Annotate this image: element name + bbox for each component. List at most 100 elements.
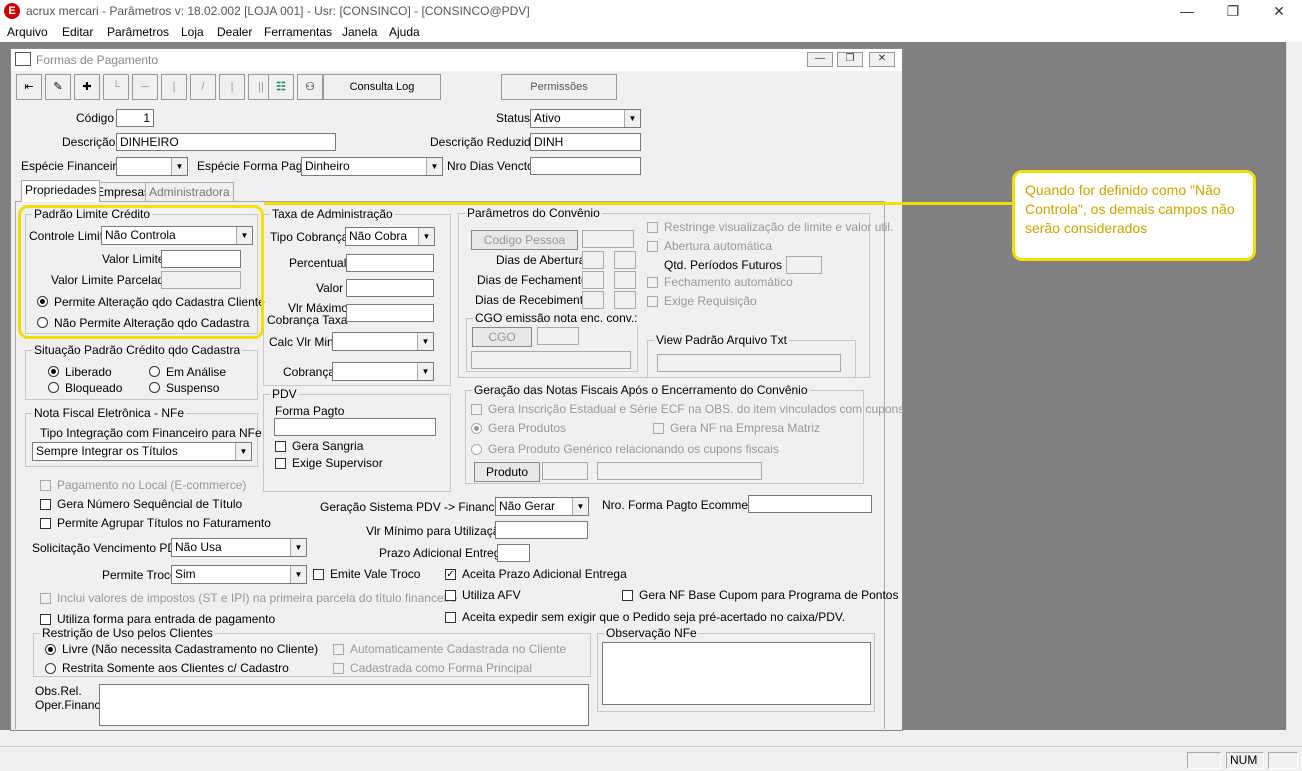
cgo-button[interactable]: CGO [472, 327, 532, 347]
produto-button[interactable]: Produto [474, 462, 540, 482]
gera-nf-base-checkbox[interactable] [622, 590, 633, 601]
dias-fechamento-field1[interactable] [582, 271, 604, 289]
chevron-down-icon[interactable]: ▼ [418, 228, 434, 245]
dias-abertura-field1[interactable] [582, 251, 604, 269]
child-restore-icon[interactable]: ❐ [837, 52, 863, 67]
menu-arquivo[interactable]: Arquivo [7, 25, 48, 39]
utiliza-entrada-checkbox[interactable] [40, 614, 51, 625]
exit-icon[interactable]: ⇤ [16, 74, 42, 100]
qtd-periodos-field[interactable] [786, 256, 822, 274]
dias-recebimento-field1[interactable] [582, 291, 604, 309]
aceita-expedir-checkbox[interactable] [445, 612, 456, 623]
especie-fin-select[interactable]: ▼ [116, 157, 188, 176]
tab-administradora[interactable]: Administradora [145, 182, 234, 202]
gera-inscricao-checkbox[interactable] [471, 404, 482, 415]
gera-numero-checkbox[interactable] [40, 499, 51, 510]
binoculars-icon[interactable]: ⚇ [297, 74, 323, 100]
child-minimize-icon[interactable]: — [807, 52, 833, 67]
tipo-integracao-select[interactable]: Sempre Integrar os Títulos ▼ [32, 442, 252, 461]
solicitacao-select[interactable]: Não Usa ▼ [171, 538, 307, 557]
abertura-auto-checkbox[interactable] [647, 241, 658, 252]
auto-cadastrada-checkbox[interactable] [333, 644, 344, 655]
dias-abertura-field2[interactable] [614, 251, 636, 269]
produto-desc-field[interactable] [597, 462, 762, 480]
restore-icon[interactable]: ❐ [1210, 0, 1256, 24]
prazo-field[interactable] [497, 544, 530, 562]
tipo-cobranca-select[interactable]: Não Cobra ▼ [345, 227, 435, 246]
permissoes-button[interactable]: Permissões [501, 74, 617, 100]
aceita-prazo-checkbox[interactable]: ✓ [445, 569, 456, 580]
fechamento-auto-checkbox[interactable] [647, 277, 658, 288]
view-padrao-field[interactable] [657, 354, 841, 372]
codigo-pessoa-field[interactable] [582, 230, 634, 248]
cad-principal-checkbox[interactable] [333, 663, 344, 674]
vlr-minimo-field[interactable] [495, 521, 588, 539]
exige-supervisor-checkbox[interactable] [275, 458, 286, 469]
chevron-down-icon[interactable]: ▼ [171, 158, 187, 175]
restringe-checkbox[interactable] [647, 222, 658, 233]
first-record-icon[interactable]: | [161, 74, 187, 100]
geracao-pdv-select[interactable]: Não Gerar ▼ [495, 497, 589, 516]
insert-row-icon[interactable]: └ [103, 74, 129, 100]
consulta-log-button[interactable]: Consulta Log [323, 74, 441, 100]
gera-produtos-radio[interactable] [471, 423, 482, 434]
calc-vlr-min-select[interactable]: ▼ [332, 332, 434, 351]
dias-recebimento-field2[interactable] [614, 291, 636, 309]
codigo-pessoa-button[interactable]: Codigo Pessoa [471, 230, 578, 250]
gera-nf-matriz-checkbox[interactable] [653, 423, 664, 434]
menu-loja[interactable]: Loja [181, 25, 204, 39]
chevron-down-icon[interactable]: ▼ [290, 566, 306, 583]
produto-code-field[interactable] [542, 462, 588, 480]
codigo-field[interactable]: 1 [116, 109, 154, 127]
menu-ajuda[interactable]: Ajuda [389, 25, 420, 39]
status-select[interactable]: Ativo ▼ [530, 109, 641, 128]
emite-vale-checkbox[interactable] [313, 569, 324, 580]
dias-fechamento-field2[interactable] [614, 271, 636, 289]
chevron-down-icon[interactable]: ▼ [417, 363, 433, 380]
cgo-desc-field[interactable] [471, 351, 631, 369]
chevron-down-icon[interactable]: ▼ [624, 110, 640, 127]
percentual-field[interactable] [346, 254, 434, 272]
vlr-maximo-field[interactable] [346, 304, 434, 322]
add-icon[interactable]: ✚ [74, 74, 100, 100]
permite-troco-select[interactable]: Sim ▼ [171, 565, 307, 584]
menu-parametros[interactable]: Parâmetros [107, 25, 169, 39]
utiliza-afv-checkbox[interactable] [445, 590, 456, 601]
chevron-down-icon[interactable]: ▼ [572, 498, 588, 515]
cobranca-select[interactable]: ▼ [332, 362, 434, 381]
analise-radio[interactable] [149, 366, 160, 377]
menu-dealer[interactable]: Dealer [217, 25, 252, 39]
obs-rel-textarea[interactable] [99, 684, 589, 726]
menu-editar[interactable]: Editar [62, 25, 93, 39]
restrita-radio[interactable] [45, 663, 56, 674]
valor-field[interactable] [346, 279, 434, 297]
nro-dias-field[interactable] [530, 157, 641, 175]
menu-ferramentas[interactable]: Ferramentas [264, 25, 332, 39]
tab-propriedades[interactable]: Propriedades [21, 180, 101, 202]
desc-reduzida-field[interactable]: DINH [530, 133, 641, 151]
inclui-impostos-checkbox[interactable] [40, 593, 51, 604]
permite-agrupar-checkbox[interactable] [40, 518, 51, 529]
minimize-icon[interactable]: — [1164, 0, 1210, 24]
chevron-down-icon[interactable]: ▼ [290, 539, 306, 556]
forma-pagto-field[interactable] [274, 418, 436, 436]
liberado-radio[interactable] [48, 366, 59, 377]
close-icon[interactable]: ✕ [1256, 0, 1302, 24]
child-close-icon[interactable]: ✕ [869, 52, 895, 67]
eraser-icon[interactable]: ✎ [45, 74, 71, 100]
grid-icon[interactable]: ☷ [268, 74, 294, 100]
exige-requisicao-checkbox[interactable] [647, 296, 658, 307]
chevron-down-icon[interactable]: ▼ [426, 158, 442, 175]
prev-record-icon[interactable]: / [190, 74, 216, 100]
delete-row-icon[interactable]: ─ [132, 74, 158, 100]
suspenso-radio[interactable] [149, 382, 160, 393]
menu-janela[interactable]: Janela [342, 25, 377, 39]
bloqueado-radio[interactable] [48, 382, 59, 393]
chevron-down-icon[interactable]: ▼ [417, 333, 433, 350]
descricao-field[interactable]: DINHEIRO [116, 133, 336, 151]
observacao-nfe-textarea[interactable] [602, 642, 871, 705]
gera-generico-radio[interactable] [471, 444, 482, 455]
livre-radio[interactable] [45, 644, 56, 655]
next-record-icon[interactable]: | [219, 74, 245, 100]
cgo-code-field[interactable] [537, 327, 579, 345]
